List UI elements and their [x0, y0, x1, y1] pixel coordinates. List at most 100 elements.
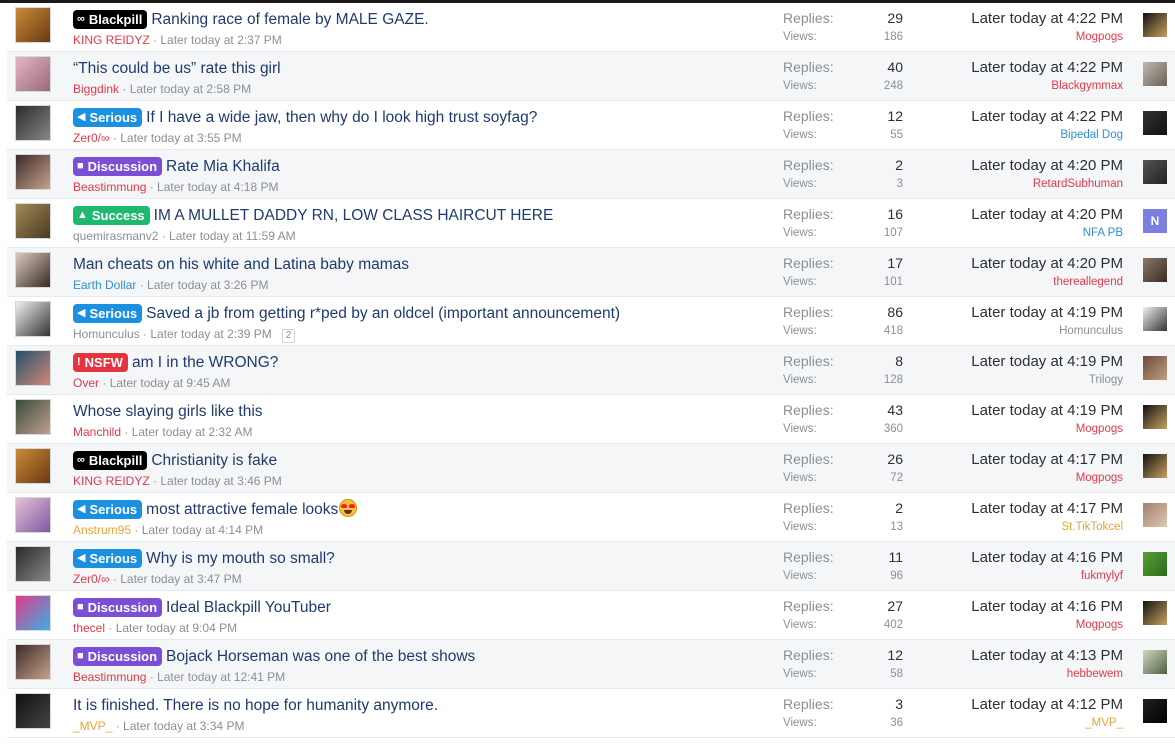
thread-row[interactable]: “This could be us” rate this girl Biggdin…: [7, 52, 1175, 101]
last-poster-avatar[interactable]: [1143, 356, 1167, 380]
thread-start-date[interactable]: Later today at 3:46 PM: [160, 474, 281, 488]
last-poster-avatar[interactable]: [1143, 13, 1167, 37]
thread-row[interactable]: Man cheats on his white and Latina baby …: [7, 248, 1175, 297]
thread-title[interactable]: most attractive female looks: [146, 501, 338, 518]
last-poster-avatar[interactable]: [1143, 258, 1167, 282]
author-avatar[interactable]: [15, 105, 51, 141]
thread-title[interactable]: am I in the WRONG?: [132, 354, 278, 371]
last-poster-avatar[interactable]: [1143, 160, 1167, 184]
thread-title[interactable]: “This could be us” rate this girl: [73, 60, 281, 77]
thread-row[interactable]: ■ Discussion Ideal Blackpill YouTuber thece…: [7, 591, 1175, 640]
thread-author[interactable]: Beastimmung: [73, 180, 146, 194]
last-post-user[interactable]: _MVP_: [883, 714, 1123, 733]
thread-row[interactable]: ◀ Serious most attractive female looks Anst…: [7, 493, 1175, 542]
author-avatar[interactable]: [15, 644, 51, 680]
prefix-label[interactable]: ▲ Success: [73, 206, 150, 225]
last-post-user[interactable]: Mogpogs: [883, 616, 1123, 635]
author-avatar[interactable]: [15, 546, 51, 582]
last-poster-avatar[interactable]: [1143, 454, 1167, 478]
thread-row[interactable]: It is finished. There is no hope for hum…: [7, 689, 1175, 738]
last-post-date[interactable]: Later today at 4:17 PM: [883, 450, 1123, 469]
last-post-date[interactable]: Later today at 4:19 PM: [883, 352, 1123, 371]
page-jump-link[interactable]: 2: [281, 329, 296, 343]
last-post-user[interactable]: thereallegend: [883, 273, 1123, 292]
prefix-label[interactable]: ◀ Serious: [73, 304, 143, 323]
thread-title[interactable]: Saved a jb from getting r*ped by an oldc…: [146, 305, 620, 322]
thread-author[interactable]: Manchild: [73, 425, 121, 439]
last-poster-avatar[interactable]: [1143, 601, 1167, 625]
thread-title[interactable]: Whose slaying girls like this: [73, 403, 263, 420]
last-post-date[interactable]: Later today at 4:19 PM: [883, 303, 1123, 322]
thread-start-date[interactable]: Later today at 2:32 AM: [132, 425, 253, 439]
prefix-label[interactable]: ! NSFW: [73, 353, 128, 372]
thread-title[interactable]: IM A MULLET DADDY RN, LOW CLASS HAIRCUT …: [154, 207, 554, 224]
last-poster-avatar[interactable]: [1143, 62, 1167, 86]
last-post-date[interactable]: Later today at 4:20 PM: [883, 205, 1123, 224]
thread-author[interactable]: quemirasmanv2: [73, 229, 158, 243]
prefix-label[interactable]: ◀ Serious: [73, 549, 143, 568]
prefix-label[interactable]: ∞ Blackpill: [73, 10, 148, 29]
prefix-label[interactable]: ∞ Blackpill: [73, 451, 148, 470]
thread-title[interactable]: Rate Mia Khalifa: [166, 158, 280, 175]
author-avatar[interactable]: [15, 399, 51, 435]
last-post-date[interactable]: Later today at 4:22 PM: [883, 58, 1123, 77]
author-avatar[interactable]: [15, 497, 51, 533]
thread-start-date[interactable]: Later today at 2:39 PM: [150, 327, 271, 341]
last-post-user[interactable]: Trilogy: [883, 371, 1123, 390]
thread-row[interactable]: ! NSFW am I in the WRONG? Over · Later toda…: [7, 346, 1175, 395]
last-post-user[interactable]: Mogpogs: [883, 28, 1123, 47]
thread-author[interactable]: Homunculus: [73, 327, 140, 341]
thread-start-date[interactable]: Later today at 9:04 PM: [116, 621, 237, 635]
thread-title[interactable]: Ranking race of female by MALE GAZE.: [151, 11, 428, 28]
thread-author[interactable]: Over: [73, 376, 99, 390]
last-poster-avatar[interactable]: [1143, 650, 1167, 674]
thread-author[interactable]: Zer0/∞: [73, 131, 110, 145]
last-poster-avatar[interactable]: [1143, 552, 1167, 576]
thread-row[interactable]: ◀ Serious Saved a jb from getting r*ped by…: [7, 297, 1175, 346]
last-post-date[interactable]: Later today at 4:22 PM: [883, 9, 1123, 28]
thread-author[interactable]: _MVP_: [73, 719, 112, 733]
last-post-user[interactable]: Bipedal Dog: [883, 126, 1123, 145]
thread-start-date[interactable]: Later today at 2:37 PM: [160, 33, 281, 47]
thread-title[interactable]: If I have a wide jaw, then why do I look…: [146, 109, 537, 126]
thread-start-date[interactable]: Later today at 3:26 PM: [147, 278, 268, 292]
last-poster-avatar[interactable]: [1143, 111, 1167, 135]
last-post-date[interactable]: Later today at 4:16 PM: [883, 548, 1123, 567]
last-poster-avatar[interactable]: [1143, 699, 1167, 723]
thread-row[interactable]: ▲ Success IM A MULLET DADDY RN, LOW CLASS …: [7, 199, 1175, 248]
thread-author[interactable]: Biggdink: [73, 82, 119, 96]
thread-row[interactable]: ∞ Blackpill Ranking race of female by MALE…: [7, 3, 1175, 52]
last-post-date[interactable]: Later today at 4:12 PM: [883, 695, 1123, 714]
thread-title[interactable]: Why is my mouth so small?: [146, 550, 335, 567]
thread-start-date[interactable]: Later today at 11:59 AM: [169, 229, 296, 243]
thread-title[interactable]: Christianity is fake: [151, 452, 277, 469]
last-post-date[interactable]: Later today at 4:13 PM: [883, 646, 1123, 665]
thread-author[interactable]: KING REIDYZ: [73, 33, 150, 47]
author-avatar[interactable]: [15, 154, 51, 190]
last-post-user[interactable]: Blackgymmax: [883, 77, 1123, 96]
last-post-user[interactable]: RetardSubhuman: [883, 175, 1123, 194]
last-poster-avatar[interactable]: N: [1143, 209, 1167, 233]
thread-row[interactable]: Whose slaying girls like this Manchild · …: [7, 395, 1175, 444]
thread-row[interactable]: ∞ Blackpill Christianity is fake KING REIDY…: [7, 444, 1175, 493]
author-avatar[interactable]: [15, 7, 51, 43]
last-post-user[interactable]: St.TikTokcel: [883, 518, 1123, 537]
prefix-label[interactable]: ◀ Serious: [73, 108, 143, 127]
thread-start-date[interactable]: Later today at 3:47 PM: [120, 572, 241, 586]
prefix-label[interactable]: ■ Discussion: [73, 647, 163, 666]
thread-row[interactable]: ◀ Serious Why is my mouth so small? Zer0/∞ …: [7, 542, 1175, 591]
prefix-label[interactable]: ◀ Serious: [73, 500, 143, 519]
author-avatar[interactable]: [15, 252, 51, 288]
last-post-user[interactable]: Mogpogs: [883, 469, 1123, 488]
thread-title[interactable]: It is finished. There is no hope for hum…: [73, 697, 438, 714]
author-avatar[interactable]: [15, 595, 51, 631]
last-post-user[interactable]: NFA PB: [883, 224, 1123, 243]
thread-author[interactable]: Zer0/∞: [73, 572, 110, 586]
thread-row[interactable]: ■ Discussion Bojack Horseman was one of th…: [7, 640, 1175, 689]
last-poster-avatar[interactable]: [1143, 307, 1167, 331]
author-avatar[interactable]: [15, 301, 51, 337]
thread-title[interactable]: Bojack Horseman was one of the best show…: [166, 648, 475, 665]
thread-author[interactable]: Earth Dollar: [73, 278, 136, 292]
prefix-label[interactable]: ■ Discussion: [73, 157, 163, 176]
thread-start-date[interactable]: Later today at 3:55 PM: [120, 131, 241, 145]
